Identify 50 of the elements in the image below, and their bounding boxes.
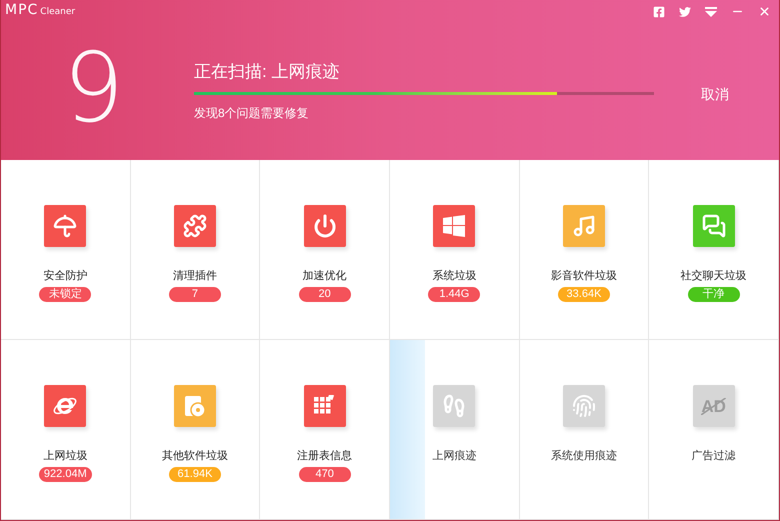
power-icon [312, 214, 337, 238]
category-label: 广告过滤 [692, 449, 736, 463]
app-logo: MPC [5, 3, 38, 17]
category-label: 安全防护 [43, 269, 88, 283]
category-label: 加速优化 [302, 269, 347, 283]
category-tile[interactable]: 影音软件垃圾 33.64K [520, 160, 650, 340]
category-label: 社交聊天垃圾 [680, 269, 747, 283]
result-badge: 470 [298, 467, 351, 482]
menu-dropdown-icon[interactable] [705, 6, 717, 16]
fingerprint-icon [572, 394, 596, 418]
category-label: 清理插件 [172, 269, 217, 283]
footprints-icon [442, 394, 466, 418]
category-tile[interactable]: 社交聊天垃圾 干净 [649, 160, 779, 340]
result-badge: 1.44G [428, 287, 480, 302]
result-badge: 922.04M [38, 467, 92, 482]
result-badge: 7 [168, 287, 221, 302]
result-badge: 61.94K [168, 467, 221, 482]
app-name: Cleaner [40, 7, 76, 17]
window-panes-icon [443, 215, 466, 237]
category-tile[interactable]: 系统垃圾 1.44G [390, 160, 520, 340]
category-tile[interactable]: 上网垃圾 922.04M [1, 340, 131, 520]
music-note-icon [572, 214, 596, 238]
category-label: 其他软件垃圾 [162, 449, 228, 463]
category-label: 系统垃圾 [432, 269, 476, 283]
category-tile[interactable]: 加速优化 20 [260, 160, 390, 340]
category-tile[interactable]: 上网痕迹 [390, 340, 520, 520]
close-icon[interactable] [758, 5, 771, 18]
umbrella-icon [53, 214, 78, 238]
result-badge: 未锁定 [39, 287, 92, 302]
category-tile[interactable]: 清理插件 7 [130, 160, 260, 340]
issue-count: 9 [63, 40, 123, 136]
category-label: 注册表信息 [297, 449, 352, 463]
category-tile[interactable]: 安全防护 未锁定 [1, 160, 131, 340]
facebook-icon[interactable] [653, 6, 665, 18]
scan-status-title: 正在扫描: 上网痕迹 [194, 61, 340, 83]
result-badge: 20 [298, 287, 351, 302]
twitter-icon[interactable] [679, 6, 691, 18]
category-tile[interactable]: 系统使用痕迹 [520, 340, 650, 520]
category-label: 影音软件垃圾 [550, 269, 617, 283]
chat-icon [702, 214, 726, 238]
category-label: 系统使用痕迹 [550, 449, 617, 463]
category-tile[interactable]: 其他软件垃圾 61.94K [130, 340, 260, 520]
category-label: 上网垃圾 [43, 449, 88, 463]
result-badge: 干净 [688, 287, 740, 302]
category-label: 上网痕迹 [432, 449, 476, 463]
result-badge: 33.64K [558, 287, 610, 302]
scan-summary: 发现8个问题需要修复 [194, 105, 310, 121]
category-tile[interactable]: 注册表信息 470 [260, 340, 390, 520]
disc-file-icon [182, 394, 207, 418]
puzzle-icon [182, 214, 207, 238]
